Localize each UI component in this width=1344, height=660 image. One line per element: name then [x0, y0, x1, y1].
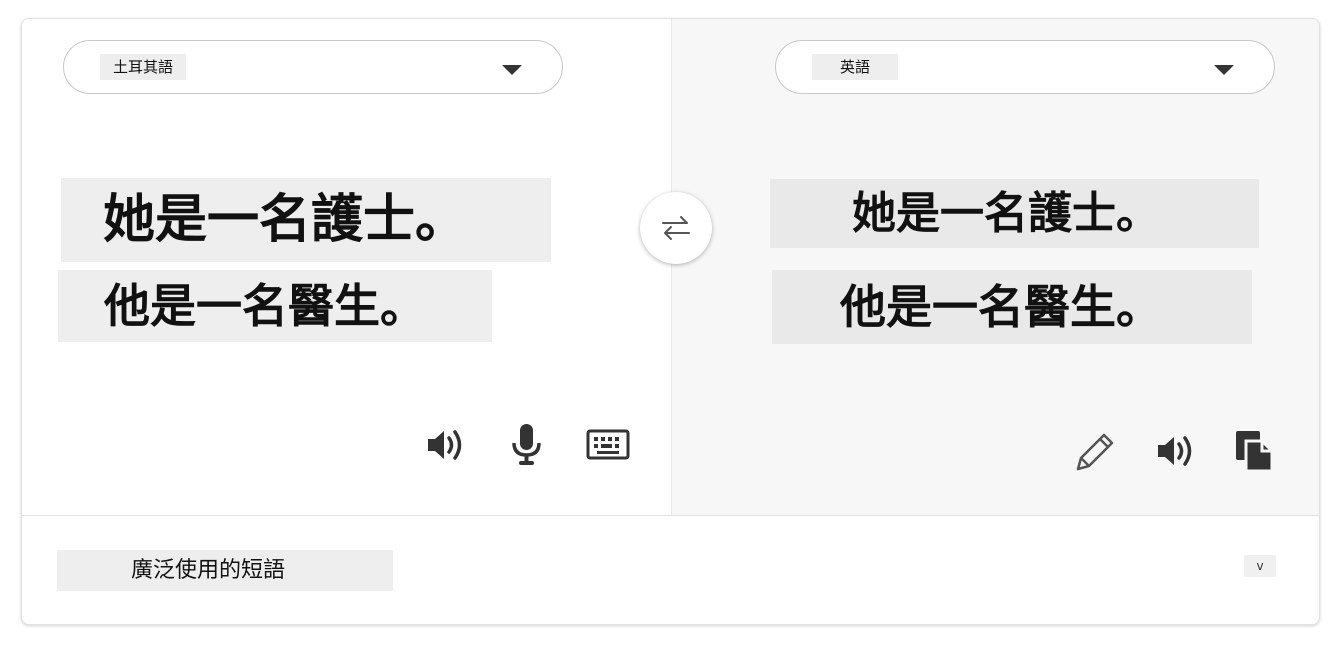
source-text-line[interactable]: 他是一名醫生。: [58, 270, 492, 342]
swap-languages-button[interactable]: [640, 192, 712, 264]
pencil-icon[interactable]: [1072, 427, 1120, 475]
target-text-line: 她是一名護士。: [770, 179, 1259, 248]
keyboard-icon[interactable]: [585, 421, 633, 469]
copy-icon[interactable]: [1232, 427, 1280, 475]
microphone-icon[interactable]: [504, 421, 552, 469]
chevron-down-icon: [1214, 65, 1234, 75]
target-language-label: 英語: [812, 54, 899, 80]
common-phrases-label[interactable]: 廣泛使用的短語: [57, 550, 393, 591]
speaker-icon[interactable]: [422, 421, 470, 469]
source-pane: 土耳其語 她是一名護士。 他是一名醫生。: [22, 19, 671, 515]
source-text-line[interactable]: 她是一名護士。: [61, 178, 551, 262]
target-pane: 英語 她是一名護士。 他是一名醫生。: [671, 19, 1319, 515]
source-language-label: 土耳其語: [100, 54, 187, 80]
expand-button[interactable]: v: [1244, 555, 1276, 577]
divider: [22, 515, 1319, 516]
translator-card: 土耳其語 她是一名護士。 他是一名醫生。 英語 她是一名護士。 他是一名醫生。 …: [21, 18, 1320, 625]
swap-arrows-icon: [662, 216, 690, 240]
target-text-line: 他是一名醫生。: [772, 270, 1252, 344]
chevron-down-icon: [502, 65, 522, 75]
target-language-select[interactable]: 英語: [775, 40, 1275, 94]
speaker-icon[interactable]: [1152, 427, 1200, 475]
source-language-select[interactable]: 土耳其語: [63, 40, 563, 94]
